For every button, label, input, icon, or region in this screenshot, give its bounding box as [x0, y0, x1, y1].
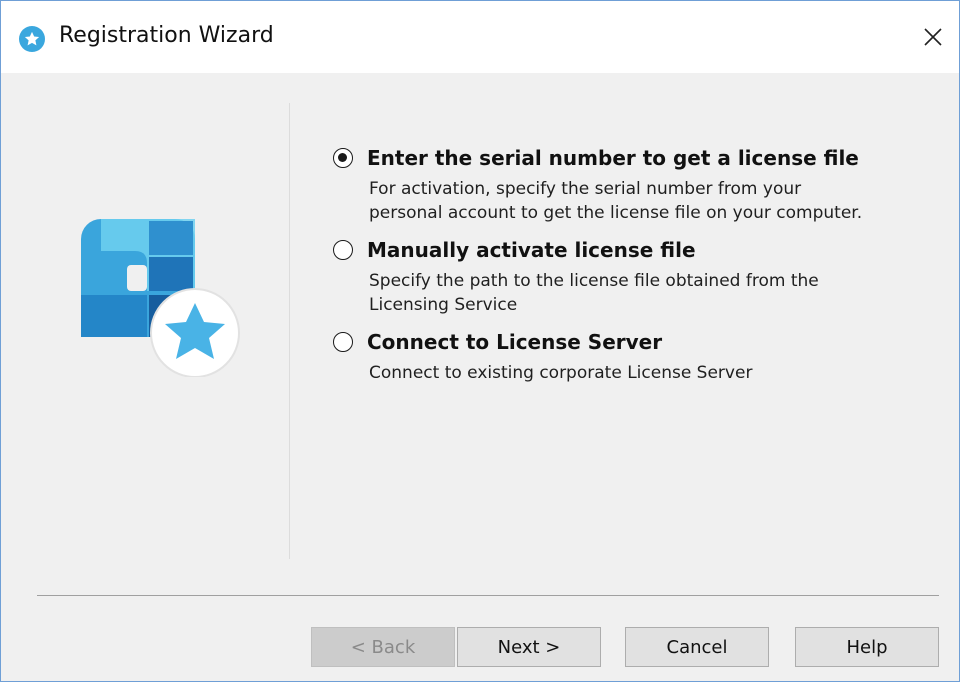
cancel-button[interactable]: Cancel [625, 627, 769, 667]
vertical-divider [289, 103, 290, 559]
option-license-server-description: Connect to existing corporate License Se… [369, 363, 753, 383]
option-manual-activation[interactable]: Manually activate license file Specify t… [333, 235, 949, 317]
option-serial-number[interactable]: Enter the serial number to get a license… [333, 143, 949, 225]
wizard-content: Enter the serial number to get a license… [1, 73, 959, 681]
radio-selected-dot [338, 153, 347, 162]
option-manual-activation-description: Specify the path to the license file obt… [369, 271, 819, 315]
window-title: Registration Wizard [59, 23, 274, 48]
next-button[interactable]: Next > [457, 627, 601, 667]
close-button[interactable] [907, 11, 959, 63]
horizontal-separator [37, 595, 939, 596]
close-icon [924, 28, 942, 46]
title-bar: Registration Wizard [1, 1, 959, 73]
radio-manual-activation[interactable] [333, 240, 353, 260]
app-star-icon [19, 26, 45, 52]
radio-license-server[interactable] [333, 332, 353, 352]
option-serial-number-description: For activation, specify the serial numbe… [369, 179, 863, 223]
option-license-server-label[interactable]: Connect to License Server [367, 327, 949, 357]
back-button[interactable]: < Back [311, 627, 455, 667]
registration-wizard-window: Registration Wizard Enter the serial num… [0, 0, 960, 682]
activation-options: Enter the serial number to get a license… [333, 143, 949, 395]
option-serial-number-label[interactable]: Enter the serial number to get a license… [367, 143, 949, 173]
option-manual-activation-label[interactable]: Manually activate license file [367, 235, 949, 265]
option-license-server[interactable]: Connect to License Server Connect to exi… [333, 327, 949, 385]
help-button[interactable]: Help [795, 627, 939, 667]
radio-serial-number[interactable] [333, 148, 353, 168]
product-logo-icon [81, 219, 240, 377]
wizard-buttons: < Back Next > Cancel Help [1, 627, 959, 667]
